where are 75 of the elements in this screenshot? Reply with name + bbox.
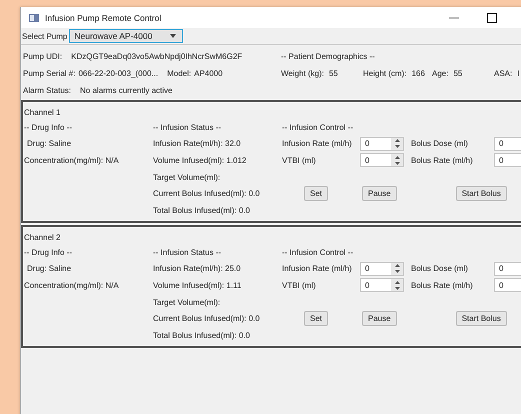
status-text: Total Bolus Infused(ml): 0.0	[153, 330, 251, 340]
pump-dropdown[interactable]: Neurowave AP-4000	[69, 29, 184, 43]
number-spinner[interactable]: 0	[494, 262, 521, 276]
field-label: Age:	[432, 69, 448, 78]
number-spinner[interactable]: 0	[360, 136, 404, 151]
number-spinner[interactable]: 0	[494, 153, 521, 168]
status-text: Total Bolus Infused(ml): 0.0	[153, 206, 251, 215]
field-label: Alarm Status:	[23, 86, 72, 95]
input-label: Bolus Rate (ml/h)	[411, 280, 474, 290]
app-icon	[29, 14, 39, 22]
field-label: Height (cm):	[363, 69, 407, 78]
field-label: Weight (kg):	[281, 69, 324, 78]
status-text: Current Bolus Infused(ml): 0.0	[153, 189, 261, 198]
section-heading: -- Infusion Status --	[153, 248, 222, 257]
section-heading: -- Drug Info --	[24, 122, 74, 132]
concentration-text: Concentration(mg/ml): N/A	[24, 156, 120, 165]
number-spinner[interactable]: 0	[360, 153, 404, 168]
channel-title: Channel 1	[24, 106, 62, 118]
status-text: Target Volume(ml):	[153, 298, 222, 307]
field-label: Model:	[167, 69, 192, 78]
maximize-icon[interactable]	[487, 12, 497, 22]
input-label: VTBI (ml)	[282, 156, 317, 165]
window-title: Infusion Pump Remote Control	[45, 12, 162, 22]
caret-icon	[170, 34, 176, 38]
down-arrow-icon[interactable]	[394, 270, 400, 274]
input-label: Bolus Dose (ml)	[411, 139, 469, 148]
field-value: 066-22-20-003_(000...	[78, 69, 158, 78]
status-text: Target Volume(ml):	[153, 172, 222, 182]
field-value: AP4000	[194, 69, 223, 78]
down-arrow-icon[interactable]	[394, 286, 400, 290]
number-spinner[interactable]: 0	[494, 136, 521, 151]
status-text: Infusion Rate(ml/h): 25.0	[153, 264, 242, 274]
up-arrow-icon[interactable]	[394, 156, 400, 159]
channel-title: Channel 2	[24, 232, 62, 244]
action-button[interactable]: Start Bolus	[456, 311, 507, 326]
number-spinner[interactable]: 0	[360, 278, 404, 292]
number-spinner[interactable]: 0	[360, 262, 404, 276]
field-value: 55	[328, 69, 338, 78]
number-spinner[interactable]: 0	[494, 278, 521, 292]
status-text: Current Bolus Infused(ml): 0.0	[153, 314, 261, 324]
field-value: I	[517, 69, 520, 78]
status-text: Infusion Rate(ml/h): 32.0	[153, 139, 242, 148]
field-value: 166	[412, 69, 425, 78]
field-value: No alarms currently active	[80, 86, 172, 95]
action-button[interactable]: Set	[304, 311, 328, 326]
down-arrow-icon[interactable]	[394, 145, 400, 148]
up-arrow-icon[interactable]	[394, 280, 400, 284]
select-pump-label: Select Pump	[22, 32, 68, 40]
input-label: Infusion Rate (ml/h)	[282, 264, 353, 274]
section-heading: -- Infusion Status --	[153, 122, 222, 132]
action-button[interactable]: Set	[304, 186, 328, 202]
input-label: VTBI (ml)	[282, 280, 317, 290]
action-button[interactable]: Pause	[362, 311, 397, 326]
section-heading: -- Drug Info --	[24, 248, 74, 257]
action-button[interactable]: Start Bolus	[456, 186, 507, 202]
drug-text: Drug: Saline	[26, 139, 72, 148]
input-label: Bolus Rate (ml/h)	[411, 156, 474, 165]
concentration-text: Concentration(mg/ml): N/A	[24, 280, 120, 290]
status-text: Volume Infused(ml): 1.11	[153, 280, 242, 290]
down-arrow-icon[interactable]	[394, 162, 400, 165]
input-label: Bolus Dose (ml)	[411, 264, 469, 274]
action-button[interactable]: Pause	[362, 186, 397, 202]
field-value: KDzQGT9eaDq03vo5AwbNpdj0IhNcrSwM6G2F	[71, 52, 242, 61]
field-label: Pump Serial #:	[23, 69, 76, 78]
section-heading: -- Patient Demographics --	[281, 52, 375, 61]
drug-text: Drug: Saline	[26, 264, 72, 274]
input-label: Infusion Rate (ml/h)	[282, 139, 353, 148]
up-arrow-icon[interactable]	[394, 139, 400, 142]
status-text: Volume Infused(ml): 1.012	[153, 156, 248, 165]
section-heading: -- Infusion Control --	[282, 248, 354, 257]
up-arrow-icon[interactable]	[394, 264, 400, 268]
field-label: ASA:	[494, 69, 512, 78]
section-heading: -- Infusion Control --	[282, 122, 354, 132]
field-value: 55	[453, 69, 462, 78]
field-label: Pump UDI:	[23, 52, 62, 61]
